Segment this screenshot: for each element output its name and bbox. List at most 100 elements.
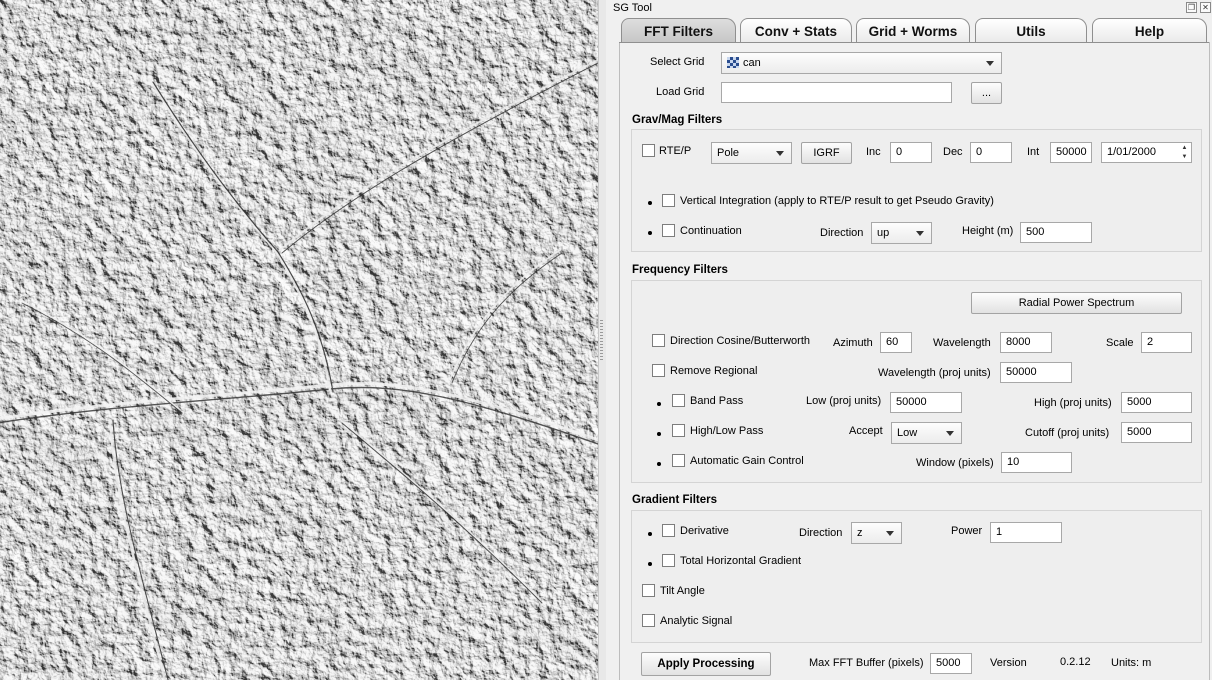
low-label: Low (proj units) xyxy=(806,395,882,407)
gravmag-title: Grav/Mag Filters xyxy=(632,114,723,126)
bullet-icon xyxy=(648,562,652,566)
select-grid-label: Select Grid xyxy=(650,56,705,68)
thg-checkbox[interactable] xyxy=(662,554,675,567)
wavelength-label: Wavelength xyxy=(933,337,991,349)
accept-value: Low xyxy=(897,427,918,439)
dec-label: Dec xyxy=(943,146,963,158)
derivative-direction-combo[interactable]: z xyxy=(851,522,902,544)
high-input[interactable]: 5000 xyxy=(1121,392,1192,413)
load-grid-label: Load Grid xyxy=(656,86,705,98)
highlow-checkbox[interactable] xyxy=(672,424,685,437)
bullet-icon xyxy=(657,402,661,406)
bandpass-label: Band Pass xyxy=(690,395,744,407)
bullet-icon xyxy=(657,462,661,466)
power-label: Power xyxy=(951,525,983,537)
continuation-checkbox[interactable] xyxy=(662,224,675,237)
rtep-label: RTE/P xyxy=(659,145,692,157)
dircos-label: Direction Cosine/Butterworth xyxy=(670,335,811,347)
cutoff-input[interactable]: 5000 xyxy=(1121,422,1192,443)
tab-conv-stats[interactable]: Conv + Stats xyxy=(740,18,852,42)
azimuth-input[interactable]: 60 xyxy=(880,332,912,353)
inc-label: Inc xyxy=(866,146,881,158)
buffer-label: Max FFT Buffer (pixels) xyxy=(809,657,924,669)
date-input[interactable]: 1/01/2000 ▲ ▼ xyxy=(1101,142,1192,163)
vertical-integration-checkbox[interactable] xyxy=(662,194,675,207)
regional-wavelength-input[interactable]: 50000 xyxy=(1000,362,1072,383)
inc-input[interactable]: 0 xyxy=(890,142,932,163)
continuation-direction-combo[interactable]: up xyxy=(871,222,932,244)
bandpass-checkbox[interactable] xyxy=(672,394,685,407)
cutoff-label: Cutoff (proj units) xyxy=(1025,427,1110,439)
window-input[interactable]: 10 xyxy=(1001,452,1072,473)
int-label: Int xyxy=(1027,146,1040,158)
int-input[interactable]: 50000 xyxy=(1050,142,1092,163)
bullet-icon xyxy=(657,432,661,436)
igrf-button[interactable]: IGRF xyxy=(801,142,852,164)
browse-button[interactable]: ... xyxy=(971,82,1002,104)
tab-grid-worms[interactable]: Grid + Worms xyxy=(856,18,970,42)
analytic-label: Analytic Signal xyxy=(660,615,733,627)
continuation-label: Continuation xyxy=(680,225,742,237)
hillshade-raster xyxy=(0,0,598,680)
tilt-checkbox[interactable] xyxy=(642,584,655,597)
thg-label: Total Horizontal Gradient xyxy=(680,555,802,567)
derivative-direction-value: z xyxy=(857,527,863,539)
dec-input[interactable]: 0 xyxy=(970,142,1012,163)
close-icon[interactable]: ✕ xyxy=(1200,2,1211,13)
spin-up-icon[interactable]: ▲ xyxy=(1179,144,1190,153)
splitter-grip-icon[interactable] xyxy=(600,320,603,360)
chevron-down-icon xyxy=(946,431,954,436)
select-grid-combo[interactable]: can xyxy=(721,52,1002,74)
chevron-down-icon xyxy=(886,531,894,536)
scale-label: Scale xyxy=(1106,337,1134,349)
tab-utils[interactable]: Utils xyxy=(975,18,1087,42)
tab-help[interactable]: Help xyxy=(1092,18,1207,42)
version-label: Version xyxy=(990,657,1027,669)
pole-value: Pole xyxy=(717,147,740,159)
derivative-direction-label: Direction xyxy=(799,527,843,539)
agc-checkbox[interactable] xyxy=(672,454,685,467)
frequency-title: Frequency Filters xyxy=(632,264,728,276)
vertical-integration-label: Vertical Integration (apply to RTE/P res… xyxy=(680,195,994,207)
height-label: Height (m) xyxy=(962,225,1014,237)
raster-layer-icon xyxy=(727,57,739,68)
dircos-checkbox[interactable] xyxy=(652,334,665,347)
accept-label: Accept xyxy=(849,425,883,437)
buffer-input[interactable]: 5000 xyxy=(930,653,972,674)
agc-label: Automatic Gain Control xyxy=(690,455,804,467)
remove-regional-checkbox[interactable] xyxy=(652,364,665,377)
azimuth-label: Azimuth xyxy=(833,337,873,349)
remove-regional-label: Remove Regional xyxy=(670,365,758,377)
radial-power-spectrum-button[interactable]: Radial Power Spectrum xyxy=(971,292,1182,314)
bullet-icon xyxy=(648,231,652,235)
gradient-title: Gradient Filters xyxy=(632,494,717,506)
chevron-down-icon xyxy=(776,151,784,156)
spin-down-icon[interactable]: ▼ xyxy=(1179,153,1190,162)
dock-title: SG Tool xyxy=(613,2,652,14)
units-label: Units: m xyxy=(1111,657,1152,669)
low-input[interactable]: 50000 xyxy=(890,392,962,413)
chevron-down-icon xyxy=(986,61,994,66)
high-label: High (proj units) xyxy=(1034,397,1112,409)
scale-input[interactable]: 2 xyxy=(1141,332,1192,353)
float-icon[interactable]: ❐ xyxy=(1186,2,1197,13)
chevron-down-icon xyxy=(916,231,924,236)
bullet-icon xyxy=(648,532,652,536)
derivative-checkbox[interactable] xyxy=(662,524,675,537)
height-input[interactable]: 500 xyxy=(1020,222,1092,243)
map-canvas[interactable] xyxy=(0,0,598,680)
version-value: 0.2.12 xyxy=(1060,656,1091,668)
apply-processing-button[interactable]: Apply Processing xyxy=(641,652,771,676)
bullet-icon xyxy=(648,201,652,205)
pole-combo[interactable]: Pole xyxy=(711,142,792,164)
accept-combo[interactable]: Low xyxy=(891,422,962,444)
rtep-checkbox[interactable] xyxy=(642,144,655,157)
tab-fft-filters[interactable]: FFT Filters xyxy=(621,18,736,43)
power-input[interactable]: 1 xyxy=(990,522,1062,543)
window-label: Window (pixels) xyxy=(916,457,994,469)
tilt-label: Tilt Angle xyxy=(660,585,705,597)
analytic-checkbox[interactable] xyxy=(642,614,655,627)
load-grid-input[interactable] xyxy=(721,82,952,103)
continuation-direction-value: up xyxy=(877,227,890,239)
wavelength-input[interactable]: 8000 xyxy=(1000,332,1052,353)
